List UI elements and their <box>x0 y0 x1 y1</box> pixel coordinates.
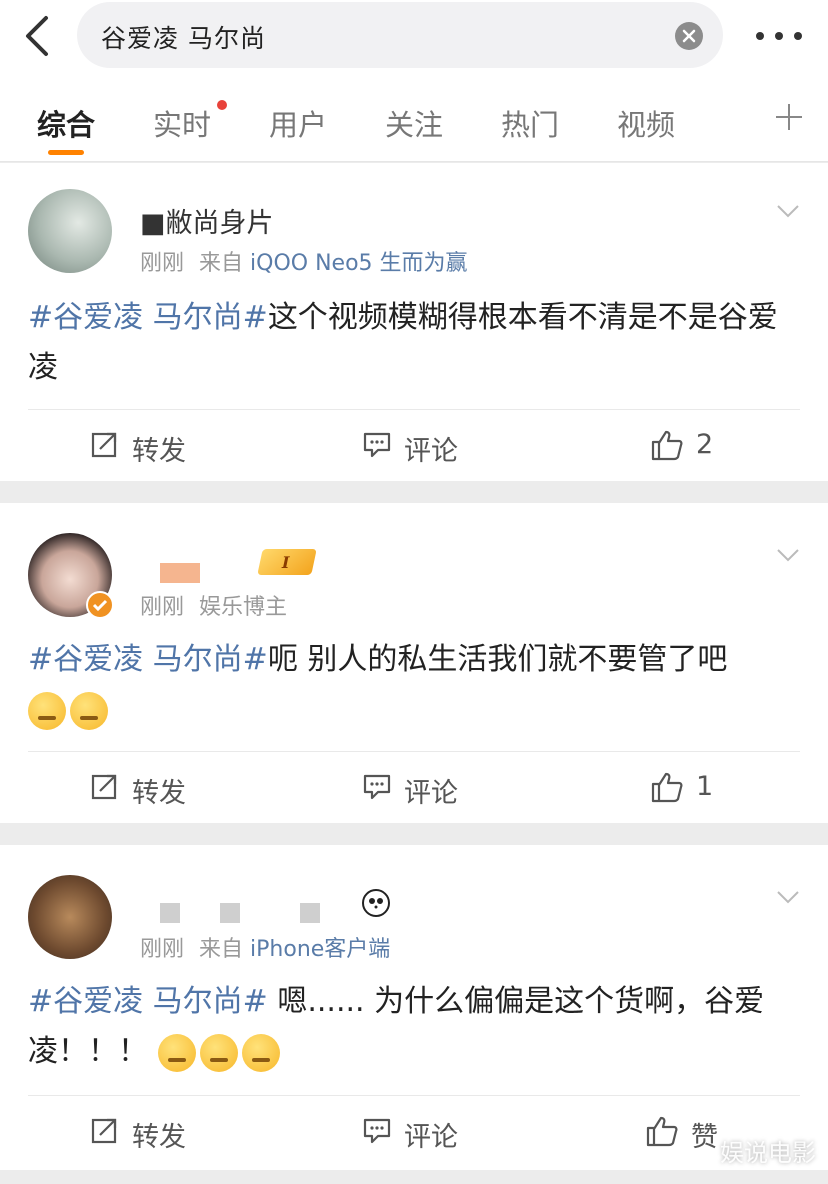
redacted-username <box>160 903 180 923</box>
post-meta: 刚刚 来自 iPhone客户端 <box>140 931 390 963</box>
like-count: 1 <box>696 771 714 802</box>
tab-hot[interactable]: 热门 <box>501 102 559 144</box>
post-time: 刚刚 <box>140 251 185 276</box>
comment-label: 评论 <box>404 436 458 467</box>
post-meta: 刚刚 来自 iQOO Neo5 生而为赢 <box>140 245 468 277</box>
post-source[interactable]: iQOO Neo5 生而为赢 <box>250 251 468 276</box>
search-input[interactable]: 谷爱凌 马尔尚 <box>77 2 723 68</box>
comment-label: 评论 <box>404 778 458 809</box>
chevron-down-icon[interactable] <box>776 203 800 218</box>
post-card: ■敝尚身片 刚刚 来自 iQOO Neo5 生而为赢 #谷爱凌 马尔尚#这个视频… <box>0 163 828 481</box>
thumbs-up-icon <box>651 772 683 803</box>
thumbs-up-icon <box>646 1116 678 1147</box>
chevron-down-icon[interactable] <box>776 889 800 904</box>
tab-users[interactable]: 用户 <box>269 102 327 144</box>
tab-bar: 综合 实时 用户 关注 热门 视频 <box>0 80 828 162</box>
post-content: 呃 别人的私生活我们就不要管了吧 <box>267 642 728 677</box>
thumbs-up-icon <box>651 430 683 461</box>
divider <box>28 751 800 752</box>
divider <box>28 409 800 410</box>
comment-icon <box>363 774 391 800</box>
post-card: 刚刚 来自 iPhone客户端 #谷爱凌 马尔尚# 嗯...... 为什么偏偏是… <box>0 845 828 1170</box>
comment-button[interactable]: 评论 <box>362 767 472 811</box>
tab-overflow-fade <box>736 110 766 132</box>
redacted-username <box>160 563 200 583</box>
verified-label: 娱乐博主 <box>199 595 288 620</box>
tab-video[interactable]: 视频 <box>617 102 675 144</box>
hashtag-link[interactable]: #谷爱凌 马尔尚# <box>28 300 268 335</box>
repost-label: 转发 <box>132 778 186 809</box>
clear-search-icon[interactable] <box>675 22 703 50</box>
tab-realtime[interactable]: 实时 <box>153 102 211 144</box>
grin-emoji-icon <box>241 1033 280 1072</box>
more-options-icon[interactable] <box>756 30 802 42</box>
username[interactable]: ■敝尚身片 <box>140 201 274 240</box>
sweat-emoji-icon <box>28 691 66 730</box>
chevron-down-icon[interactable] <box>776 547 800 562</box>
tab-following[interactable]: 关注 <box>385 102 443 144</box>
source-prefix: 来自 <box>199 937 244 962</box>
post-source[interactable]: iPhone客户端 <box>250 937 390 962</box>
active-tab-indicator <box>48 150 84 155</box>
comment-label: 评论 <box>404 1122 458 1153</box>
member-level-icon: I <box>257 549 317 575</box>
add-tab-icon[interactable] <box>776 104 802 130</box>
like-button[interactable]: 1 <box>650 767 730 811</box>
post-text: #谷爱凌 马尔尚#呃 别人的私生活我们就不要管了吧 <box>28 635 800 735</box>
top-bar: 谷爱凌 马尔尚 <box>0 0 828 80</box>
like-count: 2 <box>696 429 714 460</box>
comment-icon <box>363 1118 391 1144</box>
comment-button[interactable]: 评论 <box>362 425 472 469</box>
watermark: 娱说电影 <box>720 1139 816 1167</box>
repost-label: 转发 <box>132 1122 186 1153</box>
back-arrow-icon[interactable] <box>20 14 60 58</box>
search-query: 谷爱凌 马尔尚 <box>101 24 266 53</box>
hashtag-link[interactable]: #谷爱凌 马尔尚# <box>28 642 268 677</box>
post-meta: 刚刚 娱乐博主 <box>140 589 287 621</box>
divider <box>28 1095 800 1096</box>
redacted-username <box>300 903 320 923</box>
repost-icon <box>91 432 117 458</box>
hashtag-link[interactable]: #谷爱凌 马尔尚# <box>28 984 268 1019</box>
like-label: 赞 <box>691 1122 718 1153</box>
avatar[interactable] <box>28 189 112 273</box>
verified-badge-icon <box>86 591 114 619</box>
repost-icon <box>91 774 117 800</box>
post-time: 刚刚 <box>140 937 185 962</box>
repost-button[interactable]: 转发 <box>90 425 200 469</box>
grin-emoji-icon <box>157 1033 196 1072</box>
redacted-username <box>220 903 240 923</box>
tab-comprehensive[interactable]: 综合 <box>37 102 95 144</box>
like-button[interactable]: 2 <box>650 425 730 469</box>
new-content-dot <box>217 100 227 110</box>
post-text: #谷爱凌 马尔尚# 嗯...... 为什么偏偏是这个货啊，谷爱凌！！！ <box>28 977 800 1077</box>
post-card: I 刚刚 娱乐博主 #谷爱凌 马尔尚#呃 别人的私生活我们就不要管了吧 转发 评… <box>0 503 828 823</box>
repost-button[interactable]: 转发 <box>90 1111 200 1155</box>
svg-text:I: I <box>280 553 291 572</box>
panda-emoji-icon <box>362 889 390 917</box>
repost-icon <box>91 1118 117 1144</box>
sweat-emoji-icon <box>70 691 108 730</box>
avatar[interactable] <box>28 875 112 959</box>
repost-label: 转发 <box>132 436 186 467</box>
comment-button[interactable]: 评论 <box>362 1111 472 1155</box>
repost-button[interactable]: 转发 <box>90 767 200 811</box>
source-prefix: 来自 <box>199 251 244 276</box>
grin-emoji-icon <box>199 1033 238 1072</box>
comment-icon <box>363 432 391 458</box>
post-time: 刚刚 <box>140 595 185 620</box>
post-text: #谷爱凌 马尔尚#这个视频模糊得根本看不清是不是谷爱凌 <box>28 293 800 393</box>
